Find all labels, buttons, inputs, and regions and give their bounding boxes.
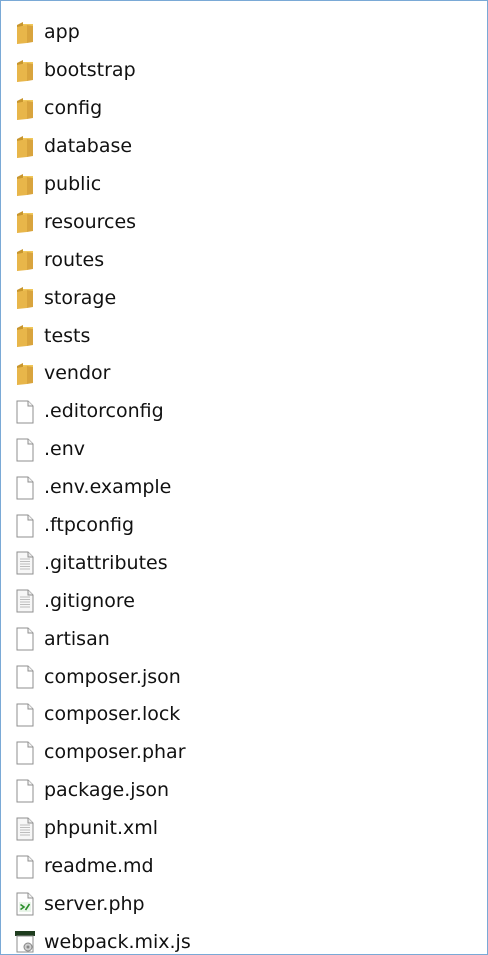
file-item[interactable]: .editorconfig (13, 393, 473, 431)
folder-icon (13, 246, 37, 274)
file-list-pane: app bootstrap config database public resource… (0, 0, 488, 955)
folder-item[interactable]: vendor (13, 355, 473, 393)
text-file-icon (13, 815, 37, 843)
folder-item[interactable]: routes (13, 241, 473, 279)
folder-icon (13, 284, 37, 312)
folder-icon (13, 57, 37, 85)
item-label: .gitattributes (44, 551, 168, 574)
folder-item[interactable]: tests (13, 317, 473, 355)
folder-icon (13, 19, 37, 47)
item-label: routes (44, 248, 105, 271)
folder-item[interactable]: storage (13, 279, 473, 317)
file-icon (13, 739, 37, 767)
file-item[interactable]: artisan (13, 620, 473, 658)
file-item[interactable]: .env.example (13, 469, 473, 507)
file-item[interactable]: .ftpconfig (13, 507, 473, 545)
folder-item[interactable]: bootstrap (13, 52, 473, 90)
text-file-icon (13, 549, 37, 577)
item-label: app (44, 21, 80, 44)
file-icon (13, 474, 37, 502)
item-label: bootstrap (44, 59, 136, 82)
file-item[interactable]: .env (13, 431, 473, 469)
folder-icon (13, 322, 37, 350)
file-item[interactable]: composer.lock (13, 696, 473, 734)
item-label: vendor (44, 362, 111, 385)
item-label: database (44, 135, 133, 158)
file-icon (13, 398, 37, 426)
php-file-icon (13, 890, 37, 918)
file-icon (13, 512, 37, 540)
item-label: public (44, 173, 102, 195)
item-label: readme.md (44, 855, 154, 878)
item-label: package.json (44, 779, 170, 802)
item-label: artisan (44, 627, 110, 650)
file-item[interactable]: server.php (13, 885, 473, 923)
text-file-icon (13, 587, 37, 615)
folder-item[interactable]: public (13, 166, 473, 204)
folder-item[interactable]: database (13, 128, 473, 166)
item-label: server.php (44, 892, 145, 915)
item-label: composer.lock (44, 703, 181, 726)
item-label: resources (44, 210, 137, 233)
item-label: phpunit.xml (44, 817, 159, 840)
file-icon (13, 436, 37, 464)
file-icon (13, 777, 37, 805)
file-icon (13, 625, 37, 653)
file-icon (13, 663, 37, 691)
folder-icon (13, 133, 37, 161)
file-item[interactable]: package.json (13, 772, 473, 810)
item-label: config (44, 97, 103, 120)
item-label: composer.json (44, 665, 181, 688)
item-label: .editorconfig (44, 400, 164, 423)
file-item[interactable]: .gitattributes (13, 544, 473, 582)
item-label: webpack.mix.js (44, 930, 191, 953)
folder-icon (13, 360, 37, 388)
folder-item[interactable]: resources (13, 203, 473, 241)
file-item[interactable]: composer.phar (13, 734, 473, 772)
file-icon (13, 701, 37, 729)
file-item[interactable]: webpack.mix.js (13, 923, 473, 954)
folder-icon (13, 171, 37, 199)
file-item[interactable]: readme.md (13, 848, 473, 886)
file-icon (13, 853, 37, 881)
item-label: composer.phar (44, 741, 186, 764)
item-label: .env (44, 438, 86, 461)
folder-icon (13, 95, 37, 123)
folder-icon (13, 208, 37, 236)
file-item[interactable]: .gitignore (13, 582, 473, 620)
file-item[interactable]: composer.json (13, 658, 473, 696)
file-item[interactable]: phpunit.xml (13, 810, 473, 848)
folder-item[interactable]: config (13, 90, 473, 128)
item-label: .env.example (44, 476, 172, 499)
script-file-icon (13, 928, 37, 954)
item-label: .ftpconfig (44, 514, 135, 537)
file-list: app bootstrap config database public resource… (13, 14, 473, 954)
folder-item[interactable]: app (13, 14, 473, 52)
item-label: .gitignore (44, 589, 135, 612)
item-label: storage (44, 286, 117, 309)
item-label: tests (44, 324, 91, 347)
